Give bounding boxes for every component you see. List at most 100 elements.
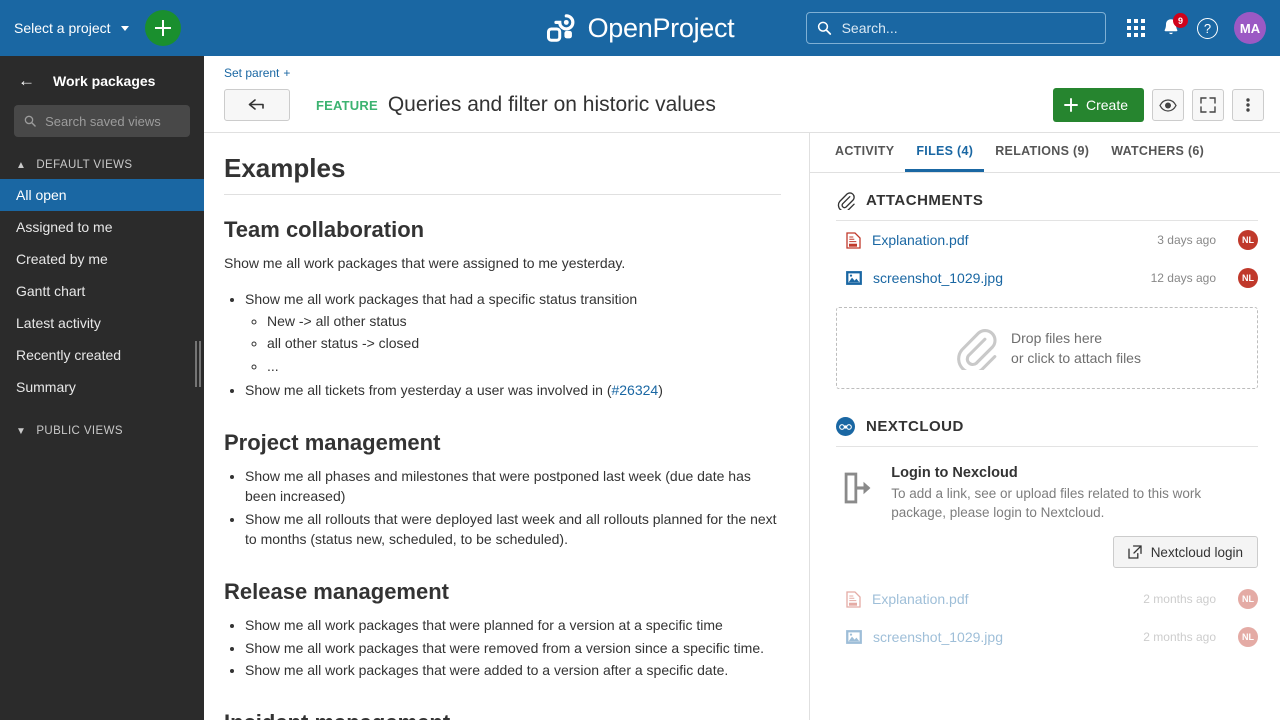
sidebar-group-public-views[interactable]: ▼ PUBLIC VIEWS <box>0 403 204 445</box>
sidebar-item-label: Latest activity <box>16 315 101 331</box>
nextcloud-login-text: Login to Nexcloud To add a link, see or … <box>891 465 1258 522</box>
work-package-actions: Create <box>1052 88 1264 122</box>
back-arrow-icon <box>248 99 264 110</box>
page-title: Examples <box>224 153 781 195</box>
sidebar-item-gantt-chart[interactable]: Gantt chart <box>0 275 204 307</box>
nextcloud-login-button[interactable]: Nextcloud login <box>1112 536 1258 569</box>
watch-button[interactable] <box>1152 89 1184 121</box>
set-parent-button[interactable]: Set parent + <box>224 66 290 80</box>
project-select[interactable]: Select a project <box>0 0 143 56</box>
sidebar-title: Work packages <box>53 72 156 89</box>
saved-views-search[interactable] <box>14 105 190 137</box>
list-release-management: Show me all work packages that were plan… <box>224 615 781 680</box>
external-link-icon <box>1128 545 1142 559</box>
list-item: Show me all work packages that had a spe… <box>245 289 781 376</box>
help-icon[interactable]: ? <box>1197 17 1218 39</box>
nextcloud-file-author-avatar[interactable]: NL <box>1238 627 1258 648</box>
work-package-header: Set parent + FEATURE Queries and filter … <box>204 56 1280 132</box>
global-add-button[interactable] <box>144 10 181 46</box>
list-item-text-before: Show me all tickets from yesterday a use… <box>245 381 612 398</box>
more-button[interactable] <box>1232 89 1264 121</box>
tab-watchers[interactable]: WATCHERS (6) <box>1100 133 1215 172</box>
sidebar: ← Work packages ▲ DEFAULT VIEWS All open… <box>0 56 204 720</box>
apps-grid-icon[interactable] <box>1127 19 1145 37</box>
sidebar-group-default-views[interactable]: ▲ DEFAULT VIEWS <box>0 137 204 179</box>
files-tab-content: ATTACHMENTS Explanation.pdf 3 days ago N… <box>810 173 1280 720</box>
nextcloud-login-row: Nextcloud login <box>836 522 1258 569</box>
attachments-heading-label: ATTACHMENTS <box>866 192 984 209</box>
details-tabs: ACTIVITY FILES (4) RELATIONS (9) WATCHER… <box>810 133 1280 173</box>
work-package-link[interactable]: #26324 <box>611 382 658 398</box>
sidebar-item-label: Gantt chart <box>16 283 86 299</box>
list-item: Show me all phases and milestones that w… <box>245 466 781 507</box>
list-item: New -> all other status <box>267 311 781 331</box>
openproject-logo-icon <box>546 14 575 42</box>
attachment-name[interactable]: screenshot_1029.jpg <box>873 270 1003 286</box>
chevron-down-icon: ▼ <box>16 425 27 437</box>
top-bar-actions: 9 ? MA <box>1127 0 1266 56</box>
list-item: Show me all tickets from yesterday a use… <box>245 380 781 400</box>
fullscreen-button[interactable] <box>1192 89 1224 121</box>
nextcloud-login-prompt: Login to Nexcloud To add a link, see or … <box>836 447 1258 522</box>
dropzone-line-2: or click to attach files <box>1011 350 1141 366</box>
sidebar-item-recently-created[interactable]: Recently created <box>0 339 204 371</box>
chevron-down-icon <box>120 25 129 31</box>
nextcloud-file-name[interactable]: Explanation.pdf <box>872 591 969 607</box>
list-item-text-after: ) <box>658 381 663 398</box>
brand-name: OpenProject <box>587 12 735 43</box>
work-package-subject[interactable]: Queries and filter on historic values <box>388 93 716 117</box>
section-heading-team-collaboration: Team collaboration <box>224 217 425 242</box>
nextcloud-login-description: To add a link, see or upload files relat… <box>891 486 1202 521</box>
nextcloud-heading-label: NEXTCLOUD <box>866 418 964 435</box>
sidebar-item-label: All open <box>16 187 67 203</box>
saved-views-search-input[interactable] <box>45 113 180 129</box>
attachment-row[interactable]: Explanation.pdf 3 days ago NL <box>836 221 1258 259</box>
nextcloud-login-title: Login to Nexcloud <box>891 465 1018 481</box>
nested-list: New -> all other status all other status… <box>245 311 781 376</box>
work-package-type: FEATURE <box>316 97 378 113</box>
sidebar-scrollbar[interactable] <box>195 341 201 387</box>
attachment-author-avatar[interactable]: NL <box>1238 268 1258 288</box>
sidebar-item-all-open[interactable]: All open <box>0 179 204 211</box>
attachment-author-avatar[interactable]: NL <box>1238 230 1258 250</box>
sidebar-item-label: Summary <box>16 379 76 395</box>
sidebar-item-assigned-to-me[interactable]: Assigned to me <box>0 211 204 243</box>
sidebar-item-created-by-me[interactable]: Created by me <box>0 243 204 275</box>
paperclip-icon <box>837 192 855 210</box>
search-input[interactable] <box>841 20 1095 36</box>
sidebar-item-summary[interactable]: Summary <box>0 371 204 403</box>
list-project-management: Show me all phases and milestones that w… <box>224 466 781 549</box>
create-button[interactable]: Create <box>1052 88 1144 122</box>
attachment-name[interactable]: Explanation.pdf <box>872 232 969 248</box>
nextcloud-file-author-avatar[interactable]: NL <box>1238 589 1258 610</box>
global-search[interactable] <box>806 12 1106 44</box>
nextcloud-file-time: 2 months ago <box>1143 592 1216 607</box>
notifications-bell[interactable]: 9 <box>1161 13 1188 39</box>
attachments-heading: ATTACHMENTS <box>836 191 1258 221</box>
nextcloud-file-row[interactable]: screenshot_1029.jpg 2 months ago NL <box>836 618 1258 656</box>
sidebar-item-label: Created by me <box>16 251 108 267</box>
attachment-dropzone[interactable]: Drop files here or click to attach files <box>836 307 1258 389</box>
tab-files[interactable]: FILES (4) <box>905 133 985 172</box>
tab-activity[interactable]: ACTIVITY <box>824 133 905 172</box>
list-item: all other status -> closed <box>267 333 781 353</box>
nextcloud-section: NEXTCLOUD Login to Nexcloud To add a lin… <box>836 417 1258 656</box>
split-view: Examples Team collaboration Show me all … <box>204 132 1280 720</box>
nextcloud-file-name[interactable]: screenshot_1029.jpg <box>873 629 1003 645</box>
tab-relations[interactable]: RELATIONS (9) <box>984 133 1100 172</box>
attachment-row[interactable]: screenshot_1029.jpg 12 days ago NL <box>836 259 1258 297</box>
avatar[interactable]: MA <box>1234 12 1266 44</box>
sidebar-back-icon[interactable]: ← <box>18 72 35 89</box>
eye-icon <box>1159 98 1177 112</box>
nextcloud-file-row[interactable]: Explanation.pdf 2 months ago NL <box>836 580 1258 618</box>
back-button[interactable] <box>224 89 290 121</box>
plus-icon <box>1064 98 1078 112</box>
chevron-up-icon: ▲ <box>16 159 27 171</box>
sidebar-item-latest-activity[interactable]: Latest activity <box>0 307 204 339</box>
body: ← Work packages ▲ DEFAULT VIEWS All open… <box>0 56 1280 720</box>
list-item: Show me all work packages that were remo… <box>245 638 781 658</box>
attachment-time: 3 days ago <box>1157 233 1216 247</box>
sidebar-header: ← Work packages <box>0 56 204 99</box>
attachment-time: 12 days ago <box>1150 271 1216 285</box>
content-area: Set parent + FEATURE Queries and filter … <box>204 56 1280 720</box>
